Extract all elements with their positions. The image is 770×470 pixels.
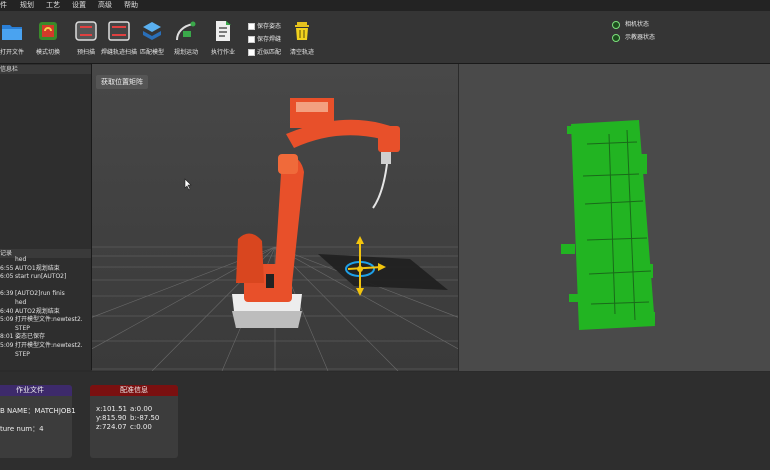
get-position-matrix-button[interactable]: 获取位置矩阵 — [96, 75, 148, 89]
checkbox-box — [248, 49, 255, 56]
robot-3d-viewport[interactable]: 获取位置矩阵 — [92, 64, 458, 371]
pointcloud — [561, 120, 655, 330]
match-info-card: 配准信息 x:101.51 a:0.00 y:815.90 b:-87.50 z… — [90, 385, 178, 458]
checkbox-box — [248, 36, 255, 43]
save-pose-label: 保存姿态 — [257, 23, 282, 30]
status-dot-icon — [612, 20, 620, 29]
menu-plan[interactable]: 规划 — [20, 0, 34, 11]
mode-switch-icon — [39, 22, 57, 40]
menu-advanced[interactable]: 高级 — [98, 0, 112, 11]
pointcloud-viewport[interactable] — [459, 64, 770, 371]
toolbar: 打开文件 模式切换 预扫描 焊缝轨迹扫描 匹配模型 规划运动 执行作业 保存姿态… — [0, 11, 770, 64]
menu-process[interactable]: 工艺 — [46, 0, 60, 11]
clear-path-button[interactable]: 清空轨迹 — [280, 11, 324, 63]
robot-scene — [92, 64, 458, 371]
list-item: hed — [15, 256, 27, 263]
folder-icon — [2, 25, 22, 40]
list-item: 6:39 [AUTO2]run finis — [0, 290, 65, 298]
job-file-title: 作业文件 — [0, 385, 72, 396]
menu-help[interactable]: 帮助 — [124, 0, 138, 11]
menu-settings[interactable]: 设置 — [72, 0, 86, 11]
match-a: a:0.00 — [130, 405, 153, 413]
list-item: 5:09 打开模型文件:newtest2. — [0, 341, 83, 349]
match-info-title: 配准信息 — [90, 385, 178, 396]
job-file-card: 作业文件 B NAME：MATCHJOB1 ture num：4 — [0, 385, 76, 458]
menu-bar: 件 规划 工艺 设置 高级 帮助 — [0, 0, 770, 11]
save-pose-checkbox[interactable]: 保存姿态 — [248, 22, 281, 31]
camera-status: 相机状态 — [612, 20, 649, 29]
match-y: y:815.90 — [96, 414, 127, 422]
execute-job-label: 执行作业 — [210, 49, 235, 56]
list-item: STEP — [15, 324, 30, 332]
status-dot-icon — [612, 33, 620, 42]
execute-job-icon — [216, 21, 231, 41]
pendant-status-label: 示教器状态 — [625, 34, 656, 41]
match-z: z:724.07 — [96, 423, 127, 431]
list-item: 6:40 AUTO2规划结束 — [0, 307, 60, 315]
list-item: hed — [15, 298, 27, 306]
bottom-panel: 作业文件 B NAME：MATCHJOB1 ture num：4 配准信息 x:… — [0, 372, 770, 470]
match-model-icon — [143, 22, 161, 40]
match-x: x:101.51 — [96, 405, 127, 413]
checkbox-box — [248, 23, 255, 30]
plan-motion-icon — [176, 21, 196, 41]
info-panel-title: 信息栏 — [0, 65, 91, 74]
camera-status-label: 相机状态 — [625, 21, 650, 28]
weld-scan-icon — [108, 21, 130, 41]
list-item — [0, 282, 91, 291]
list-item: 6:55 AUTO1规划结束 — [0, 264, 60, 272]
prescan-icon — [75, 21, 97, 41]
trash-icon — [295, 22, 309, 40]
pendant-status: 示教器状态 — [612, 33, 655, 42]
job-name-value: B NAME：MATCHJOB1 — [0, 407, 76, 415]
save-weld-checkbox[interactable]: 保存焊缝 — [248, 35, 281, 44]
list-item: 8:01 姿态已保存 — [0, 333, 46, 341]
clear-path-label: 清空轨迹 — [289, 49, 314, 56]
list-item: 6:05 start run[AUTO2] — [0, 273, 67, 281]
list-item: 5:09 打开模型文件:newtest2. — [0, 316, 83, 324]
match-b: b:-87.50 — [130, 414, 160, 422]
feature-num-value: ture num：4 — [0, 425, 44, 433]
log-list[interactable]: hed 6:55 AUTO1规划结束 6:05 start run[AUTO2] 6… — [0, 256, 91, 359]
execute-job-button[interactable]: 执行作业 — [201, 11, 245, 63]
match-c: c:0.00 — [130, 423, 152, 431]
save-weld-label: 保存焊缝 — [257, 36, 282, 43]
list-item: STEP — [15, 350, 30, 358]
menu-file[interactable]: 件 — [0, 0, 7, 11]
left-panel: 信息栏 记录 hed 6:55 AUTO1规划结束 6:05 start run[A… — [0, 64, 92, 370]
